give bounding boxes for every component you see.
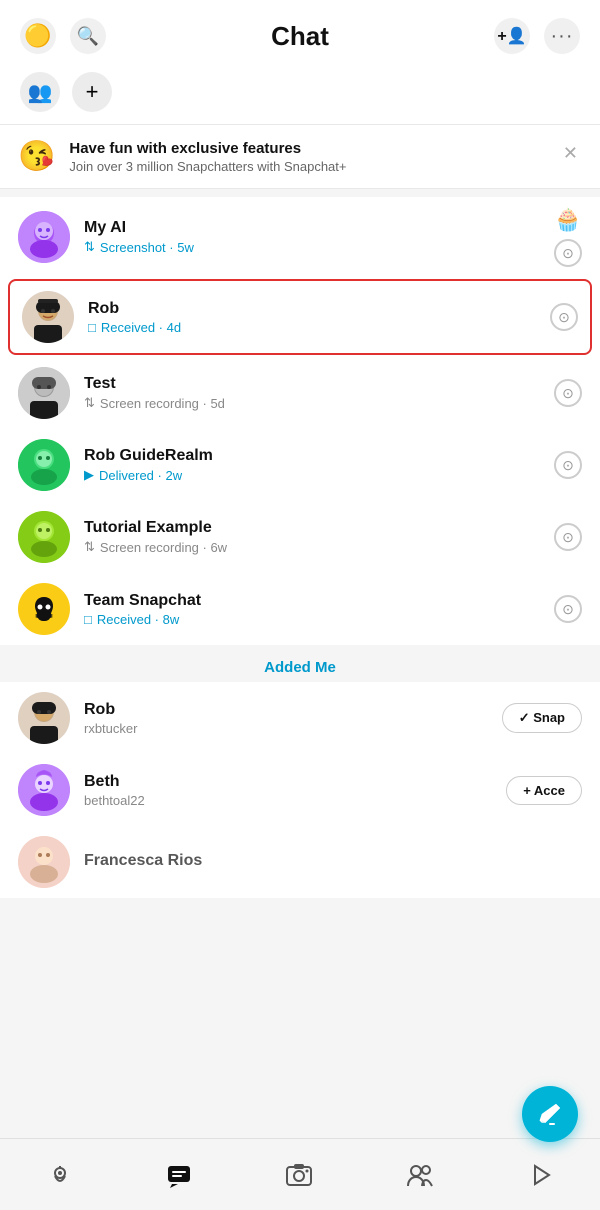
promo-text: Have fun with exclusive features Join ov…: [69, 140, 545, 174]
chat-sub-team: □ Received · 8w: [84, 612, 540, 627]
bottom-nav: [0, 1138, 600, 1210]
add-friend-icon: +👤: [497, 26, 526, 46]
chat-sub-robguide: ▶ Delivered · 2w: [84, 467, 540, 483]
added-info-beth: Beth bethtoal22: [84, 773, 492, 808]
accept-btn-beth[interactable]: + Acce: [506, 776, 582, 805]
avatar-team: [18, 583, 70, 635]
added-me-list: Rob rxbtucker ✓ Snap Beth bethtoal22 + A…: [0, 682, 600, 898]
chat-name-team: Team Snapchat: [84, 592, 540, 610]
nav-stories[interactable]: [513, 1154, 567, 1196]
added-item-rob[interactable]: Rob rxbtucker ✓ Snap: [0, 682, 600, 754]
camera-btn-myai[interactable]: ⊙: [554, 239, 582, 267]
promo-emoji: 😘: [18, 139, 55, 174]
chat-info-myai: My AI ⇅ Screenshot · 5w: [84, 219, 540, 255]
avatar-test: [18, 367, 70, 419]
received-icon-team: □: [84, 612, 92, 627]
chat-right-rob: ⊙: [550, 303, 578, 331]
chat-name-myai: My AI: [84, 219, 540, 237]
cake-icon: 🧁: [554, 207, 581, 233]
divider-2: [0, 188, 600, 189]
header: 🟡 🔍 Chat +👤 ···: [0, 0, 600, 64]
received-icon: □: [88, 320, 96, 335]
camera-btn-robguide[interactable]: ⊙: [554, 451, 582, 479]
chat-sub-rob: □ Received · 4d: [88, 320, 536, 335]
added-me-label: Added Me: [0, 645, 600, 682]
added-name-francesca: Francesca Rios: [84, 852, 582, 870]
added-info-rob: Rob rxbtucker: [84, 701, 488, 736]
chat-item-team[interactable]: Team Snapchat □ Received · 8w ⊙: [0, 573, 600, 645]
nav-camera[interactable]: [271, 1153, 327, 1197]
page-title: Chat: [106, 21, 494, 52]
camera-btn-tutorial[interactable]: ⊙: [554, 523, 582, 551]
chat-name-robguide: Rob GuideRealm: [84, 447, 540, 465]
chat-name-rob: Rob: [88, 300, 536, 318]
camera-btn-test[interactable]: ⊙: [554, 379, 582, 407]
chat-list: My AI ⇅ Screenshot · 5w 🧁 ⊙: [0, 197, 600, 645]
chat-item-rob[interactable]: Rob □ Received · 4d ⊙: [8, 279, 592, 355]
chat-info-team: Team Snapchat □ Received · 8w: [84, 592, 540, 627]
chat-right-robguide: ⊙: [554, 451, 582, 479]
promo-close-btn[interactable]: ✕: [559, 139, 582, 168]
chat-info-robguide: Rob GuideRealm ▶ Delivered · 2w: [84, 447, 540, 483]
recording-icon-test: ⇅: [84, 395, 95, 411]
chat-right-team: ⊙: [554, 595, 582, 623]
groups-btn[interactable]: 👥: [20, 72, 60, 112]
profile-avatar: 🟡: [24, 23, 51, 49]
sub-header: 👥 +: [0, 64, 600, 124]
search-btn[interactable]: 🔍: [70, 18, 106, 54]
added-item-francesca[interactable]: Francesca Rios: [0, 826, 600, 898]
chat-sub-myai: ⇅ Screenshot · 5w: [84, 239, 540, 255]
nav-map[interactable]: [33, 1154, 87, 1196]
avatar-rob: [22, 291, 74, 343]
promo-banner: 😘 Have fun with exclusive features Join …: [0, 125, 600, 188]
avatar-myai: [18, 211, 70, 263]
plus-icon: +: [86, 79, 99, 105]
more-btn[interactable]: ···: [544, 18, 580, 54]
added-info-francesca: Francesca Rios: [84, 852, 582, 872]
snap-btn-rob[interactable]: ✓ Snap: [502, 703, 582, 733]
chat-sub-test: ⇅ Screen recording · 5d: [84, 395, 540, 411]
avatar-robguide: [18, 439, 70, 491]
chat-info-tutorial: Tutorial Example ⇅ Screen recording · 6w: [84, 519, 540, 555]
screenshot-icon: ⇅: [84, 239, 95, 255]
chat-right-myai: 🧁 ⊙: [554, 207, 582, 267]
chat-right-tutorial: ⊙: [554, 523, 582, 551]
nav-chat[interactable]: [152, 1154, 206, 1196]
chat-item-robguide[interactable]: Rob GuideRealm ▶ Delivered · 2w ⊙: [0, 429, 600, 501]
chat-item-test[interactable]: Test ⇅ Screen recording · 5d ⊙: [0, 357, 600, 429]
added-handle-rob: rxbtucker: [84, 721, 488, 736]
added-name-rob: Rob: [84, 701, 488, 719]
added-handle-beth: bethtoal22: [84, 793, 492, 808]
delivered-icon: ▶: [84, 467, 94, 483]
add-friend-btn[interactable]: +👤: [494, 18, 530, 54]
avatar-added-beth: [18, 764, 70, 816]
camera-btn-team[interactable]: ⊙: [554, 595, 582, 623]
header-right: +👤 ···: [494, 18, 580, 54]
avatar-added-francesca: [18, 836, 70, 888]
chat-name-tutorial: Tutorial Example: [84, 519, 540, 537]
nav-friends[interactable]: [392, 1154, 448, 1196]
chat-item-tutorial[interactable]: Tutorial Example ⇅ Screen recording · 6w…: [0, 501, 600, 573]
added-item-beth[interactable]: Beth bethtoal22 + Acce: [0, 754, 600, 826]
compose-fab[interactable]: [522, 1086, 578, 1142]
recording-icon-tutorial: ⇅: [84, 539, 95, 555]
promo-title: Have fun with exclusive features: [69, 140, 545, 157]
added-name-beth: Beth: [84, 773, 492, 791]
profile-icon-btn[interactable]: 🟡: [20, 18, 56, 54]
promo-subtitle: Join over 3 million Snapchatters with Sn…: [69, 159, 545, 174]
chat-info-test: Test ⇅ Screen recording · 5d: [84, 375, 540, 411]
new-chat-btn[interactable]: +: [72, 72, 112, 112]
chat-right-test: ⊙: [554, 379, 582, 407]
chat-sub-tutorial: ⇅ Screen recording · 6w: [84, 539, 540, 555]
groups-icon: 👥: [28, 80, 53, 105]
camera-btn-rob[interactable]: ⊙: [550, 303, 578, 331]
chat-item-myai[interactable]: My AI ⇅ Screenshot · 5w 🧁 ⊙: [0, 197, 600, 277]
chat-info-rob: Rob □ Received · 4d: [88, 300, 536, 335]
header-left: 🟡 🔍: [20, 18, 106, 54]
avatar-added-rob: [18, 692, 70, 744]
chat-name-test: Test: [84, 375, 540, 393]
search-icon: 🔍: [77, 26, 99, 47]
more-icon: ···: [551, 25, 574, 48]
avatar-tutorial: [18, 511, 70, 563]
